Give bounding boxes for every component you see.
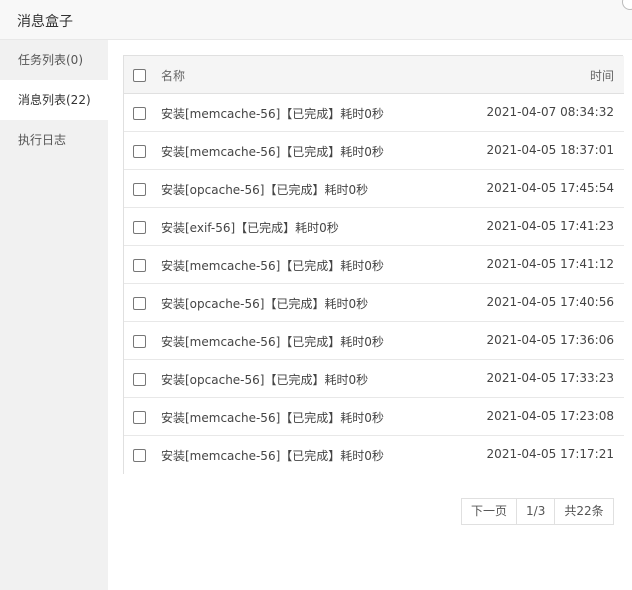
table-row: 安装[memcache-56]【已完成】耗时0秒 2021-04-05 17:4… — [124, 246, 624, 284]
table-header: 名称 时间 — [124, 56, 624, 94]
table-row: 安装[memcache-56]【已完成】耗时0秒 2021-04-05 17:3… — [124, 322, 624, 360]
table-row: 安装[memcache-56]【已完成】耗时0秒 2021-04-05 18:3… — [124, 132, 624, 170]
message-name: 安装[memcache-56]【已完成】耗时0秒 — [161, 411, 384, 425]
row-checkbox[interactable] — [133, 335, 146, 348]
select-all-checkbox[interactable] — [133, 69, 146, 82]
column-header-name: 名称 — [161, 69, 186, 83]
message-name: 安装[opcache-56]【已完成】耗时0秒 — [161, 183, 369, 197]
message-time: 2021-04-05 17:41:23 — [486, 219, 614, 233]
message-time: 2021-04-07 08:34:32 — [486, 105, 614, 119]
table-row: 安装[opcache-56]【已完成】耗时0秒 2021-04-05 17:33… — [124, 360, 624, 398]
message-name: 安装[opcache-56]【已完成】耗时0秒 — [161, 373, 369, 387]
window-title: 消息盒子 — [17, 14, 73, 30]
message-time: 2021-04-05 17:17:21 — [486, 447, 614, 461]
message-time: 2021-04-05 17:41:12 — [486, 257, 614, 271]
table-row: 安装[memcache-56]【已完成】耗时0秒 2021-04-07 08:3… — [124, 94, 624, 132]
next-page-button[interactable]: 下一页 — [462, 499, 518, 524]
row-checkbox[interactable] — [133, 145, 146, 158]
main-content: 名称 时间 安装[memcache-56]【已完成】耗时0秒 2021-04-0… — [108, 40, 632, 590]
message-name: 安装[memcache-56]【已完成】耗时0秒 — [161, 449, 384, 463]
message-name: 安装[memcache-56]【已完成】耗时0秒 — [161, 145, 384, 159]
row-checkbox[interactable] — [133, 411, 146, 424]
message-time: 2021-04-05 18:37:01 — [486, 143, 614, 157]
message-box-window: 消息盒子 任务列表(0) 消息列表(22) 执行日志 名称 时间 安装[memc… — [0, 0, 632, 590]
sidebar-item-message-list[interactable]: 消息列表(22) — [0, 80, 108, 120]
row-checkbox[interactable] — [133, 221, 146, 234]
message-time: 2021-04-05 17:40:56 — [486, 295, 614, 309]
message-time: 2021-04-05 17:36:06 — [486, 333, 614, 347]
row-checkbox[interactable] — [133, 449, 146, 462]
table-row: 安装[opcache-56]【已完成】耗时0秒 2021-04-05 17:45… — [124, 170, 624, 208]
row-checkbox[interactable] — [133, 183, 146, 196]
sidebar-item-execution-log[interactable]: 执行日志 — [0, 120, 108, 160]
message-name: 安装[opcache-56]【已完成】耗时0秒 — [161, 297, 369, 311]
row-checkbox[interactable] — [133, 373, 146, 386]
table-row: 安装[opcache-56]【已完成】耗时0秒 2021-04-05 17:40… — [124, 284, 624, 322]
message-time: 2021-04-05 17:33:23 — [486, 371, 614, 385]
message-name: 安装[memcache-56]【已完成】耗时0秒 — [161, 107, 384, 121]
sidebar: 任务列表(0) 消息列表(22) 执行日志 — [0, 40, 108, 590]
table-row: 安装[memcache-56]【已完成】耗时0秒 2021-04-05 17:2… — [124, 398, 624, 436]
row-checkbox[interactable] — [133, 259, 146, 272]
title-bar: 消息盒子 — [0, 0, 632, 40]
table-row: 安装[exif-56]【已完成】耗时0秒 2021-04-05 17:41:23 — [124, 208, 624, 246]
message-name: 安装[memcache-56]【已完成】耗时0秒 — [161, 335, 384, 349]
page-indicator: 1/3 — [517, 499, 556, 524]
message-table: 名称 时间 安装[memcache-56]【已完成】耗时0秒 2021-04-0… — [123, 55, 624, 474]
message-name: 安装[memcache-56]【已完成】耗时0秒 — [161, 259, 384, 273]
pagination: 下一页 1/3 共22条 — [461, 498, 614, 525]
table-row: 安装[memcache-56]【已完成】耗时0秒 2021-04-05 17:1… — [124, 436, 624, 474]
sidebar-item-task-list[interactable]: 任务列表(0) — [0, 40, 108, 80]
total-count: 共22条 — [555, 499, 614, 524]
column-header-time: 时间 — [589, 69, 614, 83]
row-checkbox[interactable] — [133, 107, 146, 120]
row-checkbox[interactable] — [133, 297, 146, 310]
message-time: 2021-04-05 17:45:54 — [486, 181, 614, 195]
message-name: 安装[exif-56]【已完成】耗时0秒 — [161, 221, 339, 235]
message-time: 2021-04-05 17:23:08 — [486, 409, 614, 423]
